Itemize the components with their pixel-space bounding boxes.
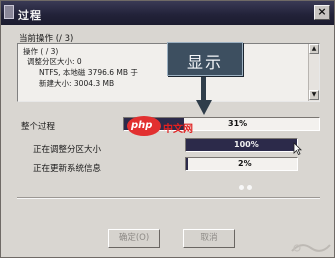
scroll-down-icon[interactable]: ▼ xyxy=(309,90,319,100)
watermark-text: 中文网 xyxy=(163,124,193,135)
update-progress-bar: 2% xyxy=(185,157,298,171)
separator xyxy=(17,197,320,199)
resize-progress-label: 正在调整分区大小 xyxy=(33,145,102,155)
cancel-button[interactable]: 取消 xyxy=(183,229,235,248)
confirm-button[interactable]: 确定(O) xyxy=(108,229,160,248)
corner-watermark-icon xyxy=(289,239,333,255)
callout-text: 显示 xyxy=(186,53,223,72)
update-progress-value: 2% xyxy=(238,159,252,168)
window-title: 过程 xyxy=(18,9,42,22)
callout-box: 显示 xyxy=(167,42,243,76)
log-line: 调整分区大小: 0 xyxy=(27,57,82,66)
scroll-up-icon[interactable]: ▲ xyxy=(309,44,319,54)
log-line: 新建大小: 3004.3 MB xyxy=(39,79,115,88)
site-watermark: php 中文网 xyxy=(127,116,193,138)
progress-dialog: 过程 × 当前操作 (/ 3) 操作 ( / 3) 调整分区大小: 0 NTFS… xyxy=(0,0,335,258)
close-button[interactable]: × xyxy=(314,5,330,20)
dot xyxy=(239,185,244,190)
resize-progress-bar: 100% xyxy=(185,138,298,152)
overall-progress-label: 整个过程 xyxy=(21,122,56,132)
app-icon xyxy=(4,5,14,19)
update-progress-label: 正在更新系统信息 xyxy=(33,164,102,174)
arrow-down-icon xyxy=(196,100,212,115)
update-progress-fill xyxy=(186,158,189,170)
watermark-logo-text: php xyxy=(131,120,153,131)
title-bar[interactable]: 过程 × xyxy=(1,1,334,25)
log-scrollbar[interactable]: ▲ ▼ xyxy=(308,44,319,101)
callout-arrow xyxy=(201,77,206,101)
mouse-cursor-icon xyxy=(293,142,302,157)
log-line: NTFS, 本地磁 3796.6 MB 于 xyxy=(39,68,138,77)
resize-progress-value: 100% xyxy=(234,140,259,149)
dot xyxy=(247,185,252,190)
activity-dots xyxy=(239,185,259,191)
overall-progress-value: 31% xyxy=(228,119,248,128)
